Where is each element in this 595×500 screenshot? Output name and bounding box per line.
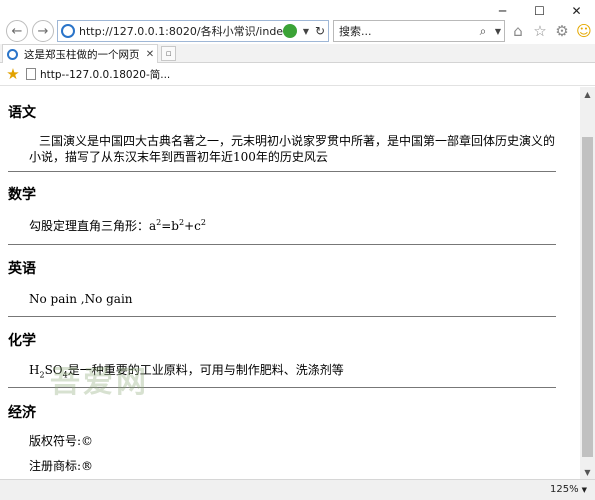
tab-ie-icon bbox=[7, 48, 18, 60]
chem-text: 是一种重要的工业原料，可用与制作肥料、洗涤剂等 bbox=[67, 363, 344, 377]
window-controls: ─ ☐ ✕ bbox=[484, 0, 595, 22]
section-body-chinese: 三国演义是中国四大古典名著之一，元末明初小说家罗贯中所著，是中国第一部章回体历史… bbox=[29, 134, 556, 164]
math-text: 勾股定理直角三角形：a bbox=[29, 219, 157, 233]
gear-icon[interactable]: ⚙ bbox=[552, 21, 572, 41]
zoom-level: 125% bbox=[550, 484, 579, 495]
status-bar: 125% ▼ bbox=[0, 479, 595, 500]
back-button[interactable]: ← bbox=[6, 20, 28, 42]
section-heading-english: 英语 bbox=[8, 261, 36, 277]
section-body-english: No pain ,No gain bbox=[29, 292, 133, 306]
section-body-economics-copyright: 版权符号:© bbox=[29, 434, 94, 448]
scroll-down-icon[interactable]: ▼ bbox=[580, 465, 595, 479]
section-heading-math: 数学 bbox=[8, 187, 36, 203]
zoom-control[interactable]: 125% ▼ bbox=[550, 484, 587, 495]
favorites-item-label: http--127.0.0.18020-简... bbox=[40, 68, 171, 81]
divider bbox=[8, 171, 556, 172]
url-text[interactable]: http://127.0.0.1:8020/各科小常识/index.html bbox=[79, 23, 283, 39]
search-dropdown-icon[interactable]: ▼ bbox=[492, 27, 504, 36]
back-arrow-icon: ← bbox=[11, 23, 23, 39]
page-icon bbox=[26, 68, 36, 80]
maximize-button[interactable]: ☐ bbox=[521, 0, 558, 22]
refresh-icon[interactable]: ↻ bbox=[312, 24, 328, 38]
section-body-chemistry: H2SO4是一种重要的工业原料，可用与制作肥料、洗涤剂等 bbox=[0, 362, 362, 379]
search-box[interactable]: 搜索... ⌕ ▼ bbox=[333, 20, 505, 42]
chem-text: SO bbox=[44, 363, 63, 377]
smiley-feedback-icon[interactable]: ☺ bbox=[574, 21, 594, 41]
home-icon[interactable]: ⌂ bbox=[508, 21, 528, 41]
zoom-dropdown-icon[interactable]: ▼ bbox=[582, 486, 587, 494]
section-body-economics-trademark: 注册商标:® bbox=[29, 459, 94, 473]
compatibility-view-icon[interactable] bbox=[283, 24, 297, 38]
favorites-star-icon[interactable]: ☆ bbox=[530, 21, 550, 41]
new-tab-button[interactable]: ▫ bbox=[161, 46, 176, 61]
forward-button[interactable]: → bbox=[32, 20, 54, 42]
tab-active[interactable]: 这是郑玉柱做的一个网页 ✕ bbox=[2, 44, 158, 63]
section-heading-chemistry: 化学 bbox=[8, 333, 36, 349]
math-text: =b bbox=[161, 219, 179, 233]
close-button[interactable]: ✕ bbox=[558, 0, 595, 22]
ie-page-icon bbox=[61, 24, 75, 38]
section-body-math: 勾股定理直角三角形：a2=b2+c2 bbox=[0, 218, 224, 234]
tab-bar: 这是郑玉柱做的一个网页 ✕ ▫ bbox=[0, 44, 595, 63]
toolbar-icons: ⌂ ☆ ⚙ ☺ bbox=[508, 20, 594, 42]
math-text: +c bbox=[184, 219, 201, 233]
math-sup: 2 bbox=[200, 218, 206, 227]
scrollbar-thumb[interactable] bbox=[582, 137, 593, 457]
tab-title: 这是郑玉柱做的一个网页 bbox=[24, 48, 140, 61]
section-heading-economics: 经济 bbox=[8, 405, 36, 421]
favorites-bar: ★ http--127.0.0.18020-简... bbox=[0, 63, 595, 86]
tab-close-icon[interactable]: ✕ bbox=[143, 49, 157, 60]
address-bar[interactable]: http://127.0.0.1:8020/各科小常识/index.html ▼… bbox=[57, 20, 329, 42]
chem-text: H bbox=[29, 363, 40, 377]
search-input[interactable]: 搜索... bbox=[334, 23, 474, 39]
page-content: 语文 三国演义是中国四大古典名著之一，元末明初小说家罗贯中所著，是中国第一部章回… bbox=[0, 87, 580, 479]
search-icon[interactable]: ⌕ bbox=[474, 24, 492, 39]
address-dropdown-icon[interactable]: ▼ bbox=[300, 27, 312, 36]
section-heading-chinese: 语文 bbox=[8, 105, 36, 121]
scroll-up-icon[interactable]: ▲ bbox=[580, 87, 595, 101]
minimize-button[interactable]: ─ bbox=[484, 0, 521, 22]
divider bbox=[8, 244, 556, 245]
divider bbox=[8, 387, 556, 388]
new-tab-icon: ▫ bbox=[165, 48, 172, 59]
favorites-bar-star-icon[interactable]: ★ bbox=[5, 65, 21, 83]
forward-arrow-icon: → bbox=[37, 23, 49, 39]
divider bbox=[8, 316, 556, 317]
vertical-scrollbar[interactable]: ▲ ▼ bbox=[580, 87, 595, 479]
favorites-item[interactable]: http--127.0.0.18020-简... bbox=[26, 67, 170, 82]
browser-toolbar: ─ ☐ ✕ ← → http://127.0.0.1:8020/各科小常识/in… bbox=[0, 0, 595, 44]
